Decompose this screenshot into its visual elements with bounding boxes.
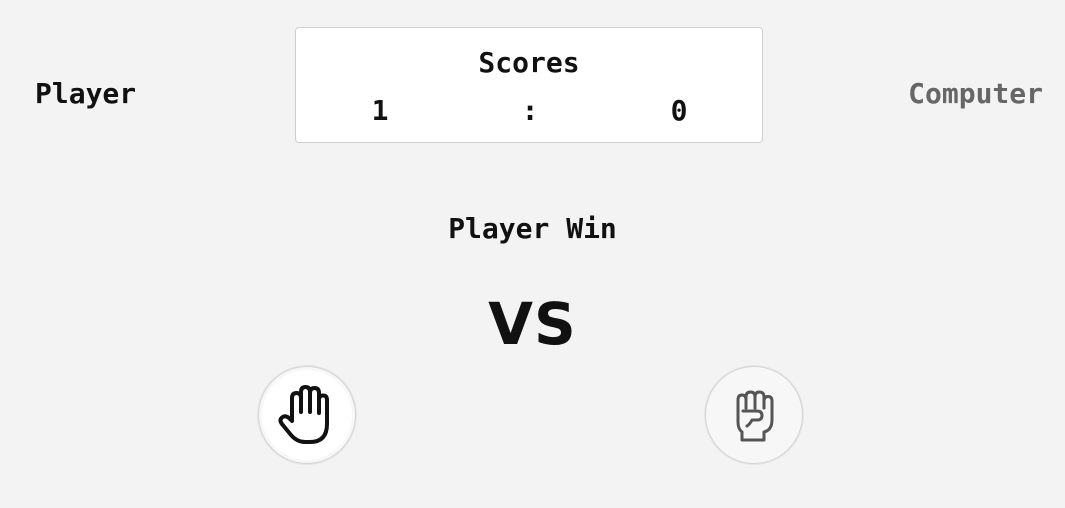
computer-label: Computer xyxy=(908,77,1043,110)
player-choice-button[interactable] xyxy=(258,366,356,464)
scoreboard: Scores 1 : 0 xyxy=(295,27,763,143)
computer-choice-display xyxy=(705,366,803,464)
round-result: Player Win xyxy=(448,212,617,245)
player-score: 1 xyxy=(371,94,389,127)
player-label: Player xyxy=(35,77,137,110)
scoreboard-title: Scores xyxy=(478,46,580,79)
hand-paper-icon xyxy=(272,380,342,450)
computer-score: 0 xyxy=(670,94,688,127)
hand-rock-icon xyxy=(719,380,789,450)
score-separator: : xyxy=(521,94,539,127)
versus-label: VS xyxy=(488,290,577,358)
